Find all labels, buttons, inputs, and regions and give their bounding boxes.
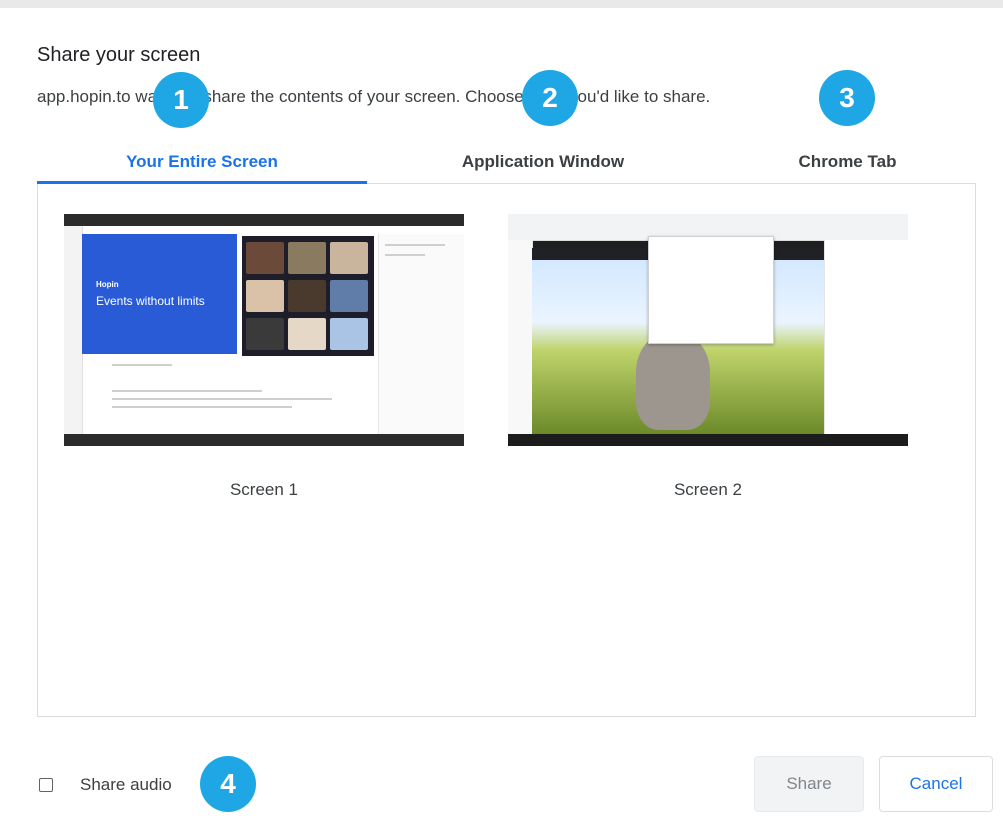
screen-1-label: Screen 1 (229, 480, 299, 499)
preview-video-grid (242, 236, 374, 356)
screen-1-preview: Hopin Events without limits (64, 214, 464, 446)
share-audio-checkbox[interactable] (39, 778, 53, 792)
cancel-button[interactable]: Cancel (879, 756, 993, 812)
dialog-title: Share your screen (37, 44, 201, 66)
screen-1-thumbnail[interactable]: Hopin Events without limits (64, 214, 464, 446)
callout-badge-4: 4 (200, 756, 256, 812)
tab-entire-screen[interactable]: Your Entire Screen (37, 140, 367, 184)
share-audio-label[interactable]: Share audio (80, 775, 172, 795)
callout-badge-1: 1 (153, 72, 209, 128)
tab-application-window[interactable]: Application Window (367, 140, 719, 184)
share-button[interactable]: Share (754, 756, 864, 812)
preview-share-dialog (648, 236, 774, 344)
preview-hero-banner: Hopin Events without limits (82, 234, 237, 354)
screen-2-label: Screen 2 (673, 480, 743, 499)
callout-badge-2: 2 (522, 70, 578, 126)
callout-badge-3: 3 (819, 70, 875, 126)
screen-2-thumbnail[interactable] (508, 214, 908, 446)
preview-hero-text: Events without limits (96, 294, 205, 308)
preview-hero-kicker: Hopin (96, 280, 119, 289)
tab-chrome-tab[interactable]: Chrome Tab (719, 140, 976, 184)
dialog-subtitle: app.hopin.to wants to share the contents… (37, 87, 711, 106)
dialog-footer: Share audio Share Cancel (0, 746, 1003, 830)
top-divider (0, 0, 1003, 8)
screen-list-panel: Hopin Events without limits Screen 1 Scr… (37, 184, 976, 717)
source-tabs: Your Entire Screen Application Window Ch… (37, 140, 976, 184)
